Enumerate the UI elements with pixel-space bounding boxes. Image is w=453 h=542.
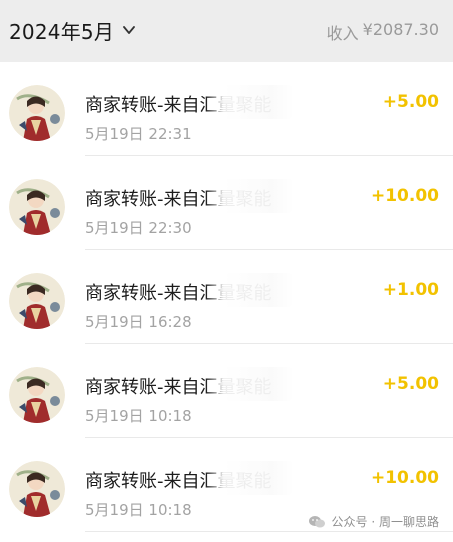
transaction-time: 5月19日 10:18 [85, 501, 192, 519]
merchant-avatar-icon [9, 461, 65, 517]
month-label: 2024年5月 [9, 19, 115, 44]
transaction-item[interactable]: 商家转账-来自汇量聚能 5月19日 22:31 +5.00 [0, 62, 453, 156]
merchant-avatar-icon [9, 85, 65, 141]
avatar [9, 85, 65, 141]
transaction-amount: +5.00 [382, 92, 439, 112]
merchant-avatar-icon [9, 273, 65, 329]
transaction-time: 5月19日 16:28 [85, 313, 192, 331]
watermark: 公众号 · 周一聊思路 [308, 513, 439, 530]
header-bar: 2024年5月 收入 ¥2087.30 [0, 0, 453, 62]
transaction-item[interactable]: 商家转账-来自汇量聚能 5月19日 10:18 +5.00 [0, 344, 453, 438]
privacy-blur [206, 367, 294, 401]
transaction-amount: +1.00 [382, 280, 439, 300]
transaction-amount: +10.00 [370, 468, 439, 488]
privacy-blur [206, 179, 294, 213]
transaction-time: 5月19日 10:18 [85, 407, 192, 425]
transaction-item[interactable]: 商家转账-来自汇量聚能 5月19日 16:28 +1.00 [0, 250, 453, 344]
transaction-amount: +5.00 [382, 374, 439, 394]
transaction-list: 商家转账-来自汇量聚能 5月19日 22:31 +5.00 商家转账-来自汇量聚… [0, 62, 453, 542]
avatar [9, 367, 65, 423]
merchant-avatar-icon [9, 179, 65, 235]
privacy-blur [206, 461, 294, 495]
income-summary: 收入 ¥2087.30 [327, 20, 439, 44]
income-label: 收入 [326, 24, 359, 43]
transaction-amount: +10.00 [370, 186, 439, 206]
divider [85, 531, 453, 532]
watermark-text: 公众号 · 周一聊思路 [331, 515, 439, 529]
avatar [9, 461, 65, 517]
privacy-blur [206, 273, 294, 307]
avatar [9, 179, 65, 235]
chevron-down-icon [123, 26, 135, 34]
income-amount: ¥2087.30 [362, 20, 439, 39]
avatar [9, 273, 65, 329]
privacy-blur [206, 85, 294, 119]
transaction-time: 5月19日 22:31 [85, 125, 192, 143]
wechat-icon [308, 515, 325, 527]
transaction-item[interactable]: 商家转账-来自汇量聚能 5月19日 22:30 +10.00 [0, 156, 453, 250]
transaction-time: 5月19日 22:30 [85, 219, 192, 237]
month-selector[interactable]: 2024年5月 [9, 17, 136, 44]
merchant-avatar-icon [9, 367, 65, 423]
